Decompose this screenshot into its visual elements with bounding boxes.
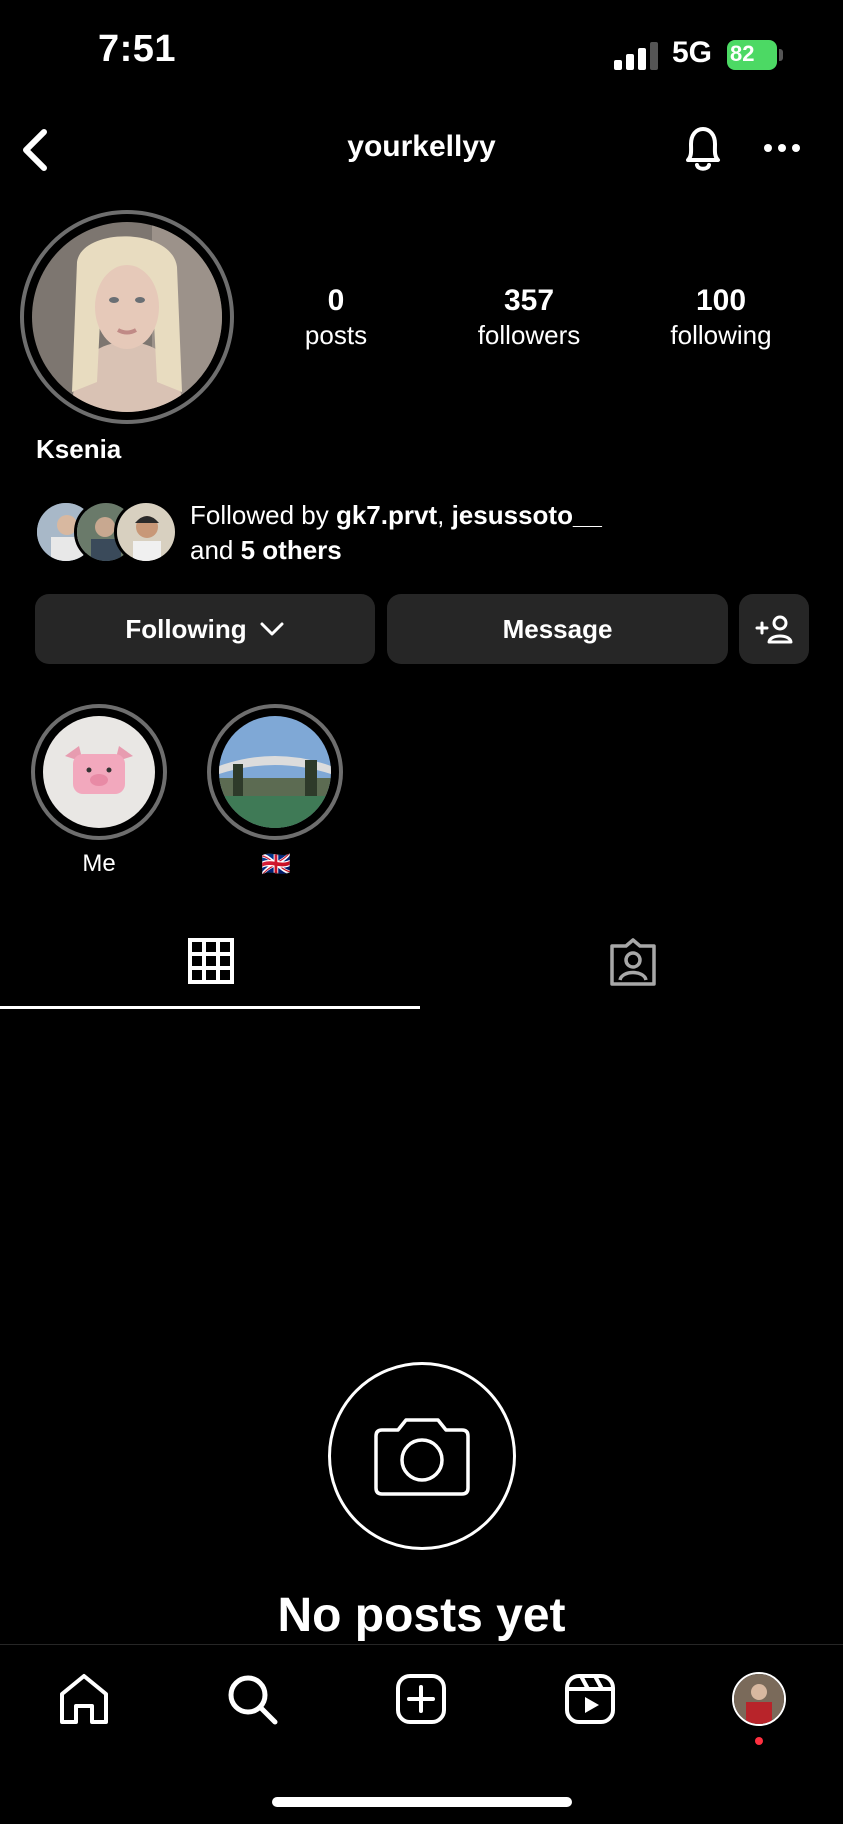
add-person-icon — [755, 615, 793, 644]
suggested-users-button[interactable] — [739, 594, 809, 664]
stat-posts-label: posts — [304, 320, 368, 350]
stat-following[interactable]: 100 following — [636, 284, 806, 352]
stat-followers-value: 357 — [503, 284, 555, 317]
create-icon[interactable] — [394, 1672, 448, 1726]
mutual-followers-avatars[interactable] — [34, 500, 178, 564]
search-icon[interactable] — [225, 1672, 279, 1726]
reels-icon[interactable] — [563, 1672, 617, 1726]
signal-icon — [614, 42, 658, 70]
battery-percent: 82 — [730, 41, 755, 66]
battery-icon: 82 — [727, 40, 783, 70]
bottom-nav-divider — [0, 1644, 843, 1645]
camera-icon — [374, 1418, 470, 1496]
highlight-me[interactable] — [43, 716, 155, 828]
followed-by-prefix: Followed by — [190, 500, 336, 530]
tagged-icon[interactable] — [608, 938, 658, 988]
mutual-avatar — [114, 500, 178, 564]
followed-by-and: and — [190, 535, 241, 565]
stat-posts-value: 0 — [327, 284, 345, 317]
highlight-label: Me — [82, 850, 116, 877]
mutual-user-1[interactable]: gk7.prvt — [336, 500, 437, 530]
home-icon[interactable] — [57, 1672, 111, 1726]
notification-dot — [755, 1737, 763, 1745]
stat-following-value: 100 — [695, 284, 747, 317]
home-indicator[interactable] — [272, 1797, 572, 1807]
following-button[interactable]: Following — [35, 594, 375, 664]
grid-icon[interactable] — [188, 938, 234, 984]
highlight-label: 🇬🇧 — [261, 851, 291, 878]
stat-following-label: following — [670, 320, 772, 350]
bell-icon[interactable] — [678, 122, 728, 176]
highlight-uk[interactable] — [219, 716, 331, 828]
status-time: 7:51 — [98, 28, 177, 70]
network-label: 5G — [672, 36, 713, 69]
followed-by-text[interactable]: Followed by gk7.prvt, jesussoto__ and 5 … — [190, 498, 602, 568]
display-name: Ksenia — [36, 434, 122, 464]
followed-by-separator: , — [437, 500, 452, 530]
stat-followers-label: followers — [477, 320, 581, 350]
profile-avatar[interactable] — [32, 222, 222, 412]
message-button[interactable]: Message — [387, 594, 728, 664]
active-tab-indicator — [0, 1006, 420, 1009]
following-button-label: Following — [125, 613, 247, 644]
message-button-label: Message — [502, 613, 613, 644]
empty-state-title: No posts yet — [277, 1589, 566, 1642]
more-options-icon[interactable] — [762, 138, 802, 158]
mutual-user-2[interactable]: jesussoto__ — [452, 500, 602, 530]
stat-posts[interactable]: 0 posts — [251, 284, 421, 352]
mutual-others[interactable]: 5 others — [241, 535, 342, 565]
chevron-down-icon — [260, 622, 284, 636]
stat-followers[interactable]: 357 followers — [444, 284, 614, 352]
nav-profile-avatar[interactable] — [732, 1672, 786, 1726]
